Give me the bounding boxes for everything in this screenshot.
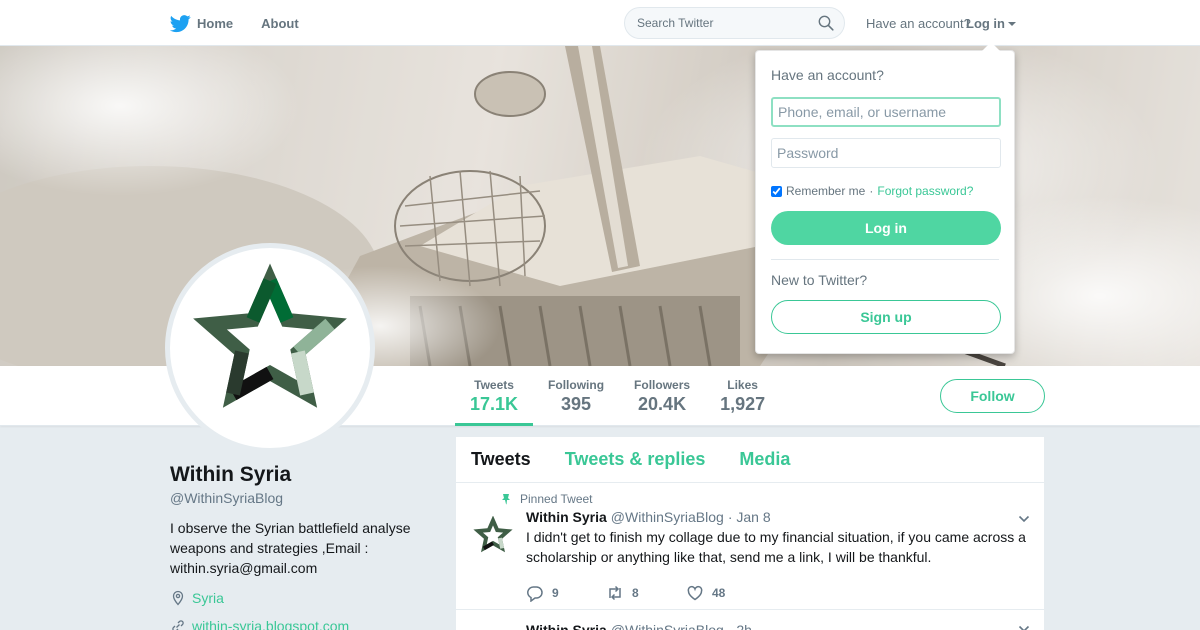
star-logo-icon — [473, 515, 513, 553]
stat-likes[interactable]: Likes 1,927 — [705, 366, 780, 426]
profile-bio: I observe the Syrian battlefield analyse… — [170, 520, 411, 576]
pinned-indicator: Pinned Tweet — [500, 491, 1029, 507]
remember-me-checkbox[interactable] — [771, 185, 782, 197]
retweet-action[interactable]: 8 — [606, 577, 686, 609]
forgot-password-link[interactable]: Forgot password? — [877, 184, 973, 198]
remember-me-label[interactable]: Remember me — [786, 184, 865, 198]
tab-tweets[interactable]: Tweets — [471, 449, 531, 470]
stat-value: 395 — [561, 394, 592, 414]
stat-label: Tweets — [474, 378, 514, 392]
profile-info: Within Syria @WithinSyriaBlog I observe … — [170, 463, 440, 630]
profile-stats: Tweets 17.1K Following 395 Followers 20.… — [455, 366, 780, 426]
divider — [771, 259, 999, 260]
timeline: Tweets Tweets & replies Media Pinned Twe… — [456, 437, 1044, 630]
pinned-label: Pinned Tweet — [520, 492, 593, 506]
reply-count: 9 — [552, 586, 559, 600]
nav-about[interactable]: About — [261, 16, 299, 31]
search-box — [624, 7, 845, 39]
profile-name[interactable]: Within Syria — [170, 463, 440, 487]
heart-icon — [687, 585, 703, 601]
nav-about-label: About — [261, 15, 299, 31]
profile-handle[interactable]: @WithinSyriaBlog — [170, 490, 440, 506]
nav-home-label: Home — [197, 15, 234, 31]
tweet-actions: 9 8 48 — [526, 577, 1029, 609]
star-logo-icon — [193, 263, 347, 408]
tweet-header: Within Syria @WithinSyriaBlog · 2h — [526, 622, 1029, 630]
chevron-down-icon[interactable] — [1018, 623, 1030, 630]
username-field[interactable] — [771, 97, 1001, 127]
reply-icon — [527, 586, 543, 602]
tweet-timestamp[interactable]: · Jan 8 — [728, 509, 771, 525]
stat-label: Followers — [634, 378, 691, 392]
follow-button[interactable]: Follow — [940, 379, 1045, 413]
account-prompt: Have an account? — [866, 16, 971, 31]
stat-value: 1,927 — [720, 394, 766, 414]
remember-row: Remember me · Forgot password? — [771, 184, 999, 198]
tweet-header: Within Syria @WithinSyriaBlog · Jan 8 — [526, 509, 1029, 525]
tab-tweets-and-replies[interactable]: Tweets & replies — [565, 449, 706, 470]
login-dropdown: Have an account? Remember me · Forgot pa… — [755, 42, 1015, 354]
search-input[interactable] — [625, 8, 805, 38]
stat-followers[interactable]: Followers 20.4K — [619, 366, 705, 426]
retweet-count: 8 — [632, 586, 639, 600]
top-navigation-bar: Home About Have an account? Log in — [0, 0, 1200, 46]
login-dropdown-toggle[interactable]: Log in — [966, 16, 1016, 31]
tweet-avatar[interactable] — [472, 515, 514, 558]
tweet-timestamp[interactable]: · 2h — [728, 622, 752, 630]
profile-avatar[interactable] — [165, 243, 375, 453]
tweet-author-name[interactable]: Within Syria — [526, 622, 607, 630]
stat-value: 20.4K — [638, 394, 687, 414]
link-icon — [172, 620, 184, 630]
profile-location: Syria — [170, 590, 440, 606]
tweet-author-name[interactable]: Within Syria — [526, 509, 607, 525]
login-button[interactable]: Log in — [771, 211, 1001, 245]
stat-label: Following — [548, 378, 605, 392]
nav-home[interactable]: Home — [170, 13, 233, 34]
caret-down-icon — [1008, 21, 1016, 26]
stat-tweets[interactable]: Tweets 17.1K — [455, 366, 534, 426]
login-toggle-label: Log in — [966, 16, 1005, 31]
chevron-down-icon[interactable] — [1018, 513, 1030, 525]
new-to-twitter-label: New to Twitter? — [771, 272, 868, 288]
twitter-bird-icon — [170, 14, 191, 32]
tweet-author-handle[interactable]: @WithinSyriaBlog — [611, 622, 724, 630]
location-pin-icon — [172, 590, 184, 606]
like-count: 48 — [712, 586, 726, 600]
tweet-author-handle[interactable]: @WithinSyriaBlog — [611, 509, 724, 525]
stat-following[interactable]: Following 395 — [533, 366, 619, 426]
tweet[interactable]: Pinned Tweet Within Syria @WithinSyriaBl… — [456, 483, 1044, 610]
login-dropdown-heading: Have an account? — [771, 67, 884, 83]
separator-dot: · — [869, 184, 874, 198]
nav-links: Home About — [170, 0, 299, 46]
timeline-tabs: Tweets Tweets & replies Media — [456, 437, 1044, 483]
signup-button[interactable]: Sign up — [771, 300, 1001, 334]
search-icon[interactable] — [818, 15, 834, 31]
reply-action[interactable]: 9 — [526, 577, 606, 609]
password-field[interactable] — [771, 138, 1001, 168]
like-action[interactable]: 48 — [686, 577, 766, 609]
profile-website: within-syria.blogspot.com — [170, 618, 440, 630]
location-text[interactable]: Syria — [192, 590, 224, 606]
pin-icon — [502, 494, 510, 505]
tweet-text: I didn't get to finish my collage due to… — [526, 529, 1026, 565]
stat-label: Likes — [727, 378, 758, 392]
retweet-icon — [609, 585, 621, 601]
website-link[interactable]: within-syria.blogspot.com — [192, 618, 349, 630]
stat-value: 17.1K — [470, 394, 519, 414]
tweet[interactable]: Within Syria @WithinSyriaBlog · 2h — [456, 610, 1044, 630]
tab-media[interactable]: Media — [739, 449, 790, 470]
